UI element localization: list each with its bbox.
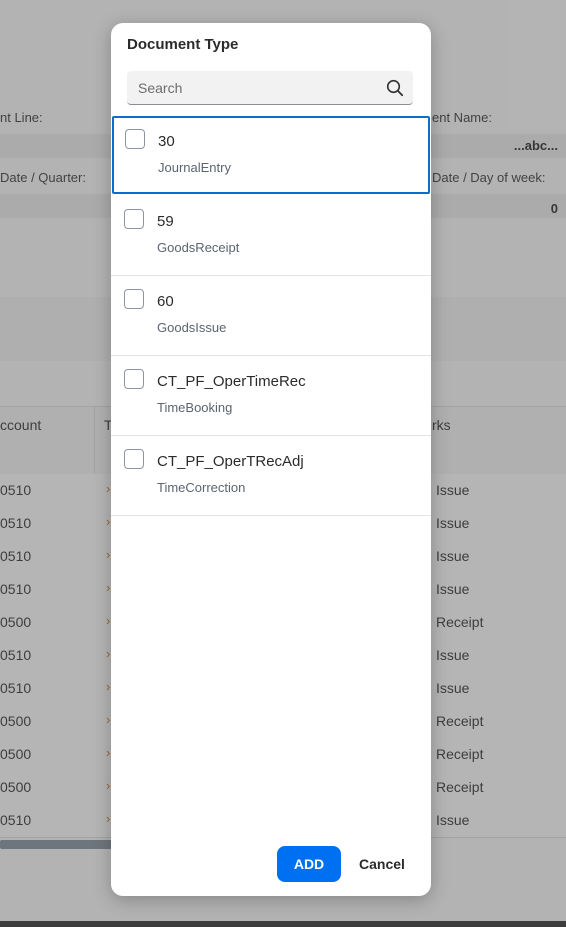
item-code: CT_PF_OperTRecAdj <box>157 453 304 470</box>
checkbox[interactable] <box>124 449 144 469</box>
search-field <box>127 71 413 105</box>
item-description: TimeBooking <box>157 400 233 415</box>
search-icon[interactable] <box>386 79 404 97</box>
list-item[interactable]: CT_PF_OperTimeRec TimeBooking <box>111 356 431 436</box>
dialog-footer: ADD Cancel <box>111 836 431 896</box>
item-code: 30 <box>158 133 175 150</box>
checkbox[interactable] <box>124 209 144 229</box>
list-item[interactable]: CT_PF_OperTRecAdj TimeCorrection <box>111 436 431 516</box>
item-description: JournalEntry <box>158 160 231 175</box>
item-description: TimeCorrection <box>157 480 246 495</box>
checkbox[interactable] <box>125 129 145 149</box>
checkbox[interactable] <box>124 369 144 389</box>
item-code: 59 <box>157 213 174 230</box>
item-code: CT_PF_OperTimeRec <box>157 373 306 390</box>
add-button[interactable]: ADD <box>277 846 341 882</box>
item-code: 60 <box>157 293 174 310</box>
item-description: GoodsReceipt <box>157 240 240 255</box>
dialog-title: Document Type <box>127 36 239 53</box>
checkbox[interactable] <box>124 289 144 309</box>
list-item[interactable]: 60 GoodsIssue <box>111 276 431 356</box>
list-item[interactable]: 59 GoodsReceipt <box>111 196 431 276</box>
search-input[interactable] <box>127 71 388 104</box>
document-type-dialog: Document Type 30 JournalEntry 59 GoodsRe… <box>111 23 431 896</box>
list-item[interactable]: 30 JournalEntry <box>112 116 430 194</box>
document-type-list: 30 JournalEntry 59 GoodsReceipt 60 Goods… <box>111 116 431 516</box>
item-description: GoodsIssue <box>157 320 227 335</box>
cancel-button[interactable]: Cancel <box>349 846 415 882</box>
